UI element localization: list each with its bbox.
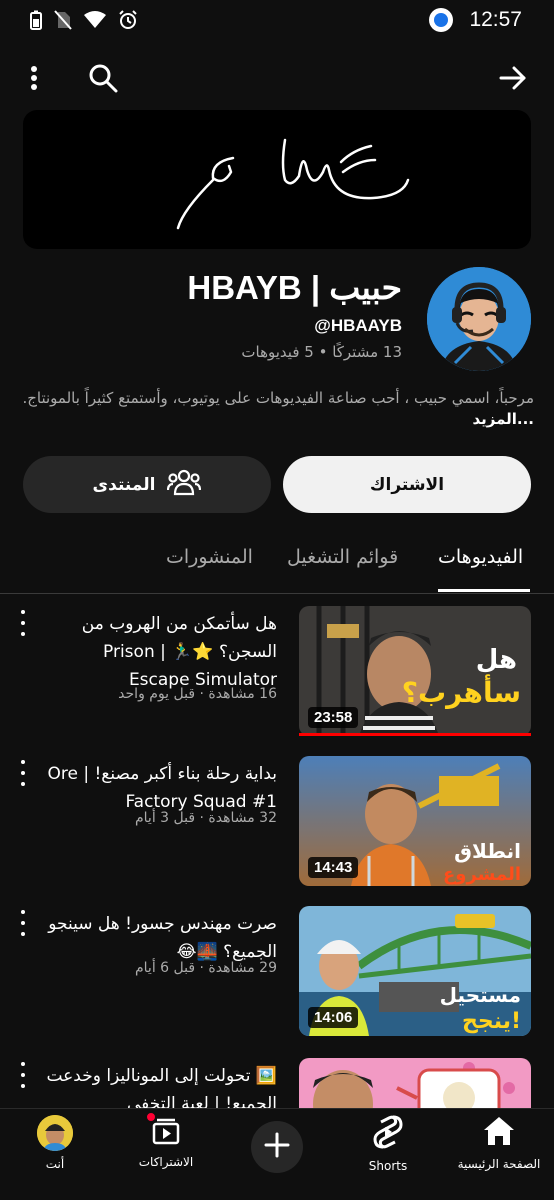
svg-text:مستحيل: مستحيل (440, 983, 521, 1007)
status-bar: 12:57 (0, 0, 554, 44)
app-notification-icon (429, 8, 454, 32)
no-sim-icon (54, 10, 72, 34)
tab-videos[interactable]: الفيديوهات (438, 546, 523, 568)
subscribe-button[interactable]: الاشتراك (283, 456, 531, 513)
battery-icon (30, 10, 42, 34)
description-more-link[interactable]: ...المزيد (472, 410, 534, 428)
svg-text:المشروع: المشروع (443, 864, 521, 885)
home-icon (482, 1115, 516, 1151)
video-title[interactable]: هل سأتمكن من الهروب من السجن؟ ⭐🏃‍♂️ | Pr… (41, 610, 277, 694)
forum-label: المنتدى (92, 474, 156, 495)
video-title[interactable]: 🖼️ تحولت إلى الموناليزا وخدعت الجميع! | … (41, 1062, 277, 1108)
thumbnail-art (299, 1058, 531, 1108)
svg-text:هل: هل (476, 645, 517, 675)
video-duration: 14:43 (308, 857, 359, 878)
channel-description[interactable]: مرحباً، اسمي حبيب ، أحب صناعة الفيديوهات… (20, 388, 534, 430)
video-duration: 14:06 (308, 1007, 359, 1028)
tab-playlists[interactable]: قوائم التشغيل (287, 546, 398, 568)
banner-handwriting (176, 138, 410, 230)
status-time: 12:57 (469, 8, 522, 31)
subscribe-label: الاشتراك (369, 474, 445, 495)
video-item[interactable]: مستحيل ينجح! 14:06 صرت مهندس جسور! هل سي… (0, 906, 554, 1038)
more-vert-icon[interactable] (16, 1062, 30, 1088)
video-meta: 16 مشاهدة · قبل يوم واحد (118, 686, 277, 702)
search-icon[interactable] (85, 60, 121, 96)
create-plus-icon (263, 1131, 291, 1163)
channel-banner (23, 110, 531, 249)
nav-shorts[interactable]: Shorts (333, 1115, 443, 1173)
channel-stats: 13 مشتركًا • 5 فيديوهات (241, 343, 402, 361)
svg-text:انطلاق: انطلاق (454, 839, 521, 863)
status-icons-left (30, 10, 138, 34)
top-bar (0, 52, 554, 104)
nav-shorts-label: Shorts (368, 1159, 408, 1173)
more-vert-icon[interactable] (16, 910, 30, 936)
community-icon (167, 468, 202, 501)
tab-posts[interactable]: المنشورات (166, 546, 253, 568)
watch-progress-bar (299, 733, 531, 736)
video-thumbnail[interactable] (299, 1058, 531, 1108)
video-item[interactable]: 🖼️ تحولت إلى الموناليزا وخدعت الجميع! | … (0, 1058, 554, 1108)
active-tab-indicator (438, 589, 530, 592)
watch-progress-fill (299, 733, 531, 736)
forum-button[interactable]: المنتدى (23, 456, 271, 513)
channel-avatar[interactable] (427, 267, 531, 371)
video-title[interactable]: بداية رحلة بناء أكبر مصنع! | Ore Factory… (41, 760, 277, 816)
channel-name: حبيب | HBAYB (187, 269, 402, 306)
more-vert-icon[interactable] (16, 760, 30, 786)
channel-tabs: الفيديوهات قوائم التشغيل المنشورات (0, 530, 554, 594)
wifi-icon (84, 11, 106, 33)
video-meta: 29 مشاهدة · قبل 6 أيام (134, 960, 277, 976)
avatar-icon (37, 1115, 73, 1151)
nav-you[interactable]: أنت (0, 1115, 110, 1171)
subscriptions-icon (145, 1111, 181, 1149)
channel-handle: @HBAAYB (314, 316, 402, 335)
create-button[interactable] (251, 1121, 303, 1173)
video-meta: 32 مشاهدة · قبل 3 أيام (134, 810, 277, 826)
more-vert-icon[interactable] (16, 610, 30, 636)
nav-subscriptions[interactable]: الاشتراكات (111, 1111, 221, 1169)
notification-dot (145, 1111, 157, 1123)
nav-home[interactable]: الصفحة الرئيسية (444, 1115, 554, 1171)
shorts-icon (373, 1115, 403, 1153)
video-title[interactable]: صرت مهندس جسور! هل سينجو الجميع؟ 🌉😂 (41, 910, 277, 966)
alarm-icon (118, 10, 138, 34)
forward-arrow-icon[interactable] (495, 60, 531, 96)
nav-subscriptions-label: الاشتراكات (138, 1155, 194, 1169)
video-duration: 23:58 (308, 707, 359, 728)
nav-home-label: الصفحة الرئيسية (457, 1157, 541, 1171)
video-item[interactable]: هل سأهرب؟ 23:58 هل سأتمكن من الهروب من ا… (0, 606, 554, 738)
avatar-illustration (427, 267, 531, 371)
svg-text:سأهرب؟: سأهرب؟ (402, 674, 521, 709)
more-vert-icon[interactable] (16, 60, 52, 96)
nav-you-label: أنت (45, 1157, 65, 1171)
bottom-navigation: الصفحة الرئيسية Shorts الاشتراكات أنت (0, 1108, 554, 1200)
description-text: مرحباً، اسمي حبيب ، أحب صناعة الفيديوهات… (22, 389, 534, 407)
video-item[interactable]: انطلاق المشروع 14:43 بداية رحلة بناء أكب… (0, 756, 554, 888)
status-icons-right: 12:57 (429, 8, 522, 32)
svg-text:ينجح!: ينجح! (462, 1009, 521, 1034)
